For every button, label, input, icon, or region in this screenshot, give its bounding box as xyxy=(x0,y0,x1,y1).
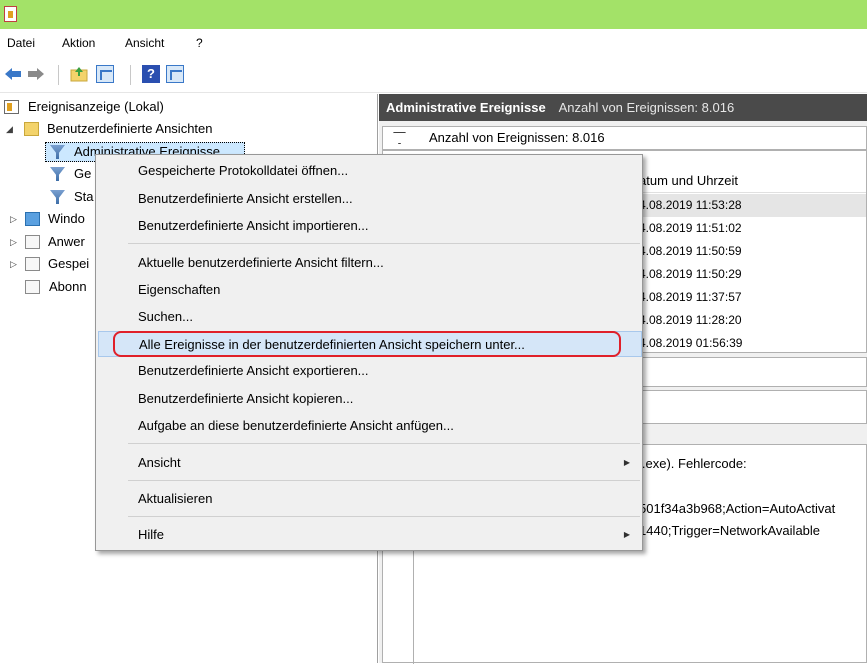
funnel-icon xyxy=(50,145,65,159)
annotation-highlight-box xyxy=(113,331,621,357)
tree-item-label: Sta xyxy=(74,189,94,204)
menu-aktion[interactable]: Aktion xyxy=(62,36,95,50)
cell-datetime: 4.08.2019 11:50:29 xyxy=(639,267,742,281)
windows-logs-icon xyxy=(25,212,40,226)
expanded-arrow-icon[interactable]: ◢ xyxy=(6,119,13,139)
menu-item-filter-current-view[interactable]: Aktuelle benutzerdefinierte Ansicht filt… xyxy=(98,250,642,276)
menu-help[interactable]: ? xyxy=(196,36,203,50)
menu-item-label: Hilfe xyxy=(138,527,165,542)
show-hide-tree-icon[interactable] xyxy=(96,65,114,83)
show-hide-action-icon[interactable] xyxy=(166,65,184,83)
collapsed-arrow-icon[interactable]: ▷ xyxy=(10,209,17,229)
menu-item-copy-custom-view[interactable]: Benutzerdefinierte Ansicht kopieren... xyxy=(98,386,642,412)
tree-item-root[interactable]: Ereignisanzeige (Lokal) xyxy=(4,97,164,117)
menu-item-export-custom-view[interactable]: Benutzerdefinierte Ansicht exportieren..… xyxy=(98,358,642,384)
menu-item-view[interactable]: Ansicht ▶ xyxy=(98,450,642,476)
funnel-icon xyxy=(50,190,65,204)
menu-item-label: Ansicht xyxy=(138,455,181,470)
submenu-arrow-icon: ▶ xyxy=(623,458,630,467)
tree-item-label: Abonn xyxy=(49,279,87,294)
tree-item-subscriptions[interactable]: Abonn xyxy=(25,277,87,297)
saved-logs-icon xyxy=(25,257,40,271)
menu-item-help[interactable]: Hilfe ▶ xyxy=(98,522,642,548)
folder-up-icon[interactable] xyxy=(70,65,88,83)
cell-datetime: 4.08.2019 11:50:59 xyxy=(639,244,742,258)
tree-item-saved-logs[interactable]: ▷ Gespei xyxy=(10,254,89,274)
menu-ansicht[interactable]: Ansicht xyxy=(125,36,164,50)
filter-icon xyxy=(393,132,406,144)
menu-item-properties[interactable]: Eigenschaften xyxy=(98,277,642,303)
detail-line: 501f34a3b968;Action=AutoActivat xyxy=(639,501,836,516)
menu-item-import-custom-view[interactable]: Benutzerdefinierte Ansicht importieren..… xyxy=(98,213,642,239)
menu-separator xyxy=(128,443,640,444)
forward-arrow-icon[interactable] xyxy=(27,65,45,83)
tree-item-label: Anwer xyxy=(48,234,85,249)
cell-datetime: 4.08.2019 11:51:02 xyxy=(639,221,742,235)
tree-item-label: Windo xyxy=(48,211,85,226)
event-count: Anzahl von Ereignissen: 8.016 xyxy=(558,100,735,115)
menu-item-find[interactable]: Suchen... xyxy=(98,304,642,330)
tree-item-label: Benutzerdefinierte Ansichten xyxy=(47,121,213,136)
tree-item-sta[interactable]: Sta xyxy=(50,187,94,207)
pane-header: Administrative Ereignisse Anzahl von Ere… xyxy=(379,94,867,121)
cell-datetime: 4.08.2019 11:37:57 xyxy=(639,290,742,304)
back-arrow-icon[interactable] xyxy=(4,65,22,83)
submenu-arrow-icon: ▶ xyxy=(623,530,630,539)
pane-title: Administrative Ereignisse xyxy=(386,100,546,115)
tree-item-custom-views[interactable]: ◢ Benutzerdefinierte Ansichten xyxy=(6,119,213,139)
tree-item-app-logs[interactable]: ▷ Anwer xyxy=(10,232,85,252)
title-bar xyxy=(0,0,867,29)
event-viewer-icon xyxy=(4,100,19,114)
toolbar-separator xyxy=(130,65,131,85)
toolbar-separator xyxy=(58,65,59,85)
cell-datetime: 4.08.2019 01:56:39 xyxy=(639,336,743,350)
tree-item-windows-logs[interactable]: ▷ Windo xyxy=(10,209,85,229)
tree-item-label: Ereignisanzeige (Lokal) xyxy=(28,99,164,114)
cell-datetime: 4.08.2019 11:28:20 xyxy=(639,313,742,327)
menu-datei[interactable]: Datei xyxy=(7,36,35,50)
toolbar: ? xyxy=(0,57,867,93)
filter-count: Anzahl von Ereignissen: 8.016 xyxy=(429,130,605,145)
menu-separator xyxy=(128,480,640,481)
tree-item-ge[interactable]: Ge xyxy=(50,164,91,184)
detail-line: 1440;Trigger=NetworkAvailable xyxy=(639,523,821,538)
funnel-icon xyxy=(50,167,65,181)
folder-icon xyxy=(24,122,39,136)
menu-separator xyxy=(128,243,640,244)
app-icon xyxy=(4,6,17,22)
collapsed-arrow-icon[interactable]: ▷ xyxy=(10,254,17,274)
menu-item-create-custom-view[interactable]: Benutzerdefinierte Ansicht erstellen... xyxy=(98,186,642,212)
logs-icon xyxy=(25,235,40,249)
column-header-label: atum und Uhrzeit xyxy=(639,173,738,188)
menu-bar: Datei Aktion Ansicht ? xyxy=(0,29,867,57)
collapsed-arrow-icon[interactable]: ▷ xyxy=(10,232,17,252)
menu-item-refresh[interactable]: Aktualisieren xyxy=(98,486,642,512)
cell-datetime: 4.08.2019 11:53:28 xyxy=(639,198,742,212)
tree-item-label: Gespei xyxy=(48,256,90,271)
tree-item-label: Ge xyxy=(74,166,92,181)
menu-item-attach-task[interactable]: Aufgabe an diese benutzerdefinierte Ansi… xyxy=(98,413,642,439)
subscriptions-icon xyxy=(25,280,40,294)
menu-separator xyxy=(128,516,640,517)
help-icon[interactable]: ? xyxy=(142,65,160,83)
menu-item-open-saved-log[interactable]: Gespeicherte Protokolldatei öffnen... xyxy=(98,158,642,184)
filter-bar: Anzahl von Ereignissen: 8.016 xyxy=(382,126,867,150)
detail-line: i.exe). Fehlercode: xyxy=(639,456,747,471)
